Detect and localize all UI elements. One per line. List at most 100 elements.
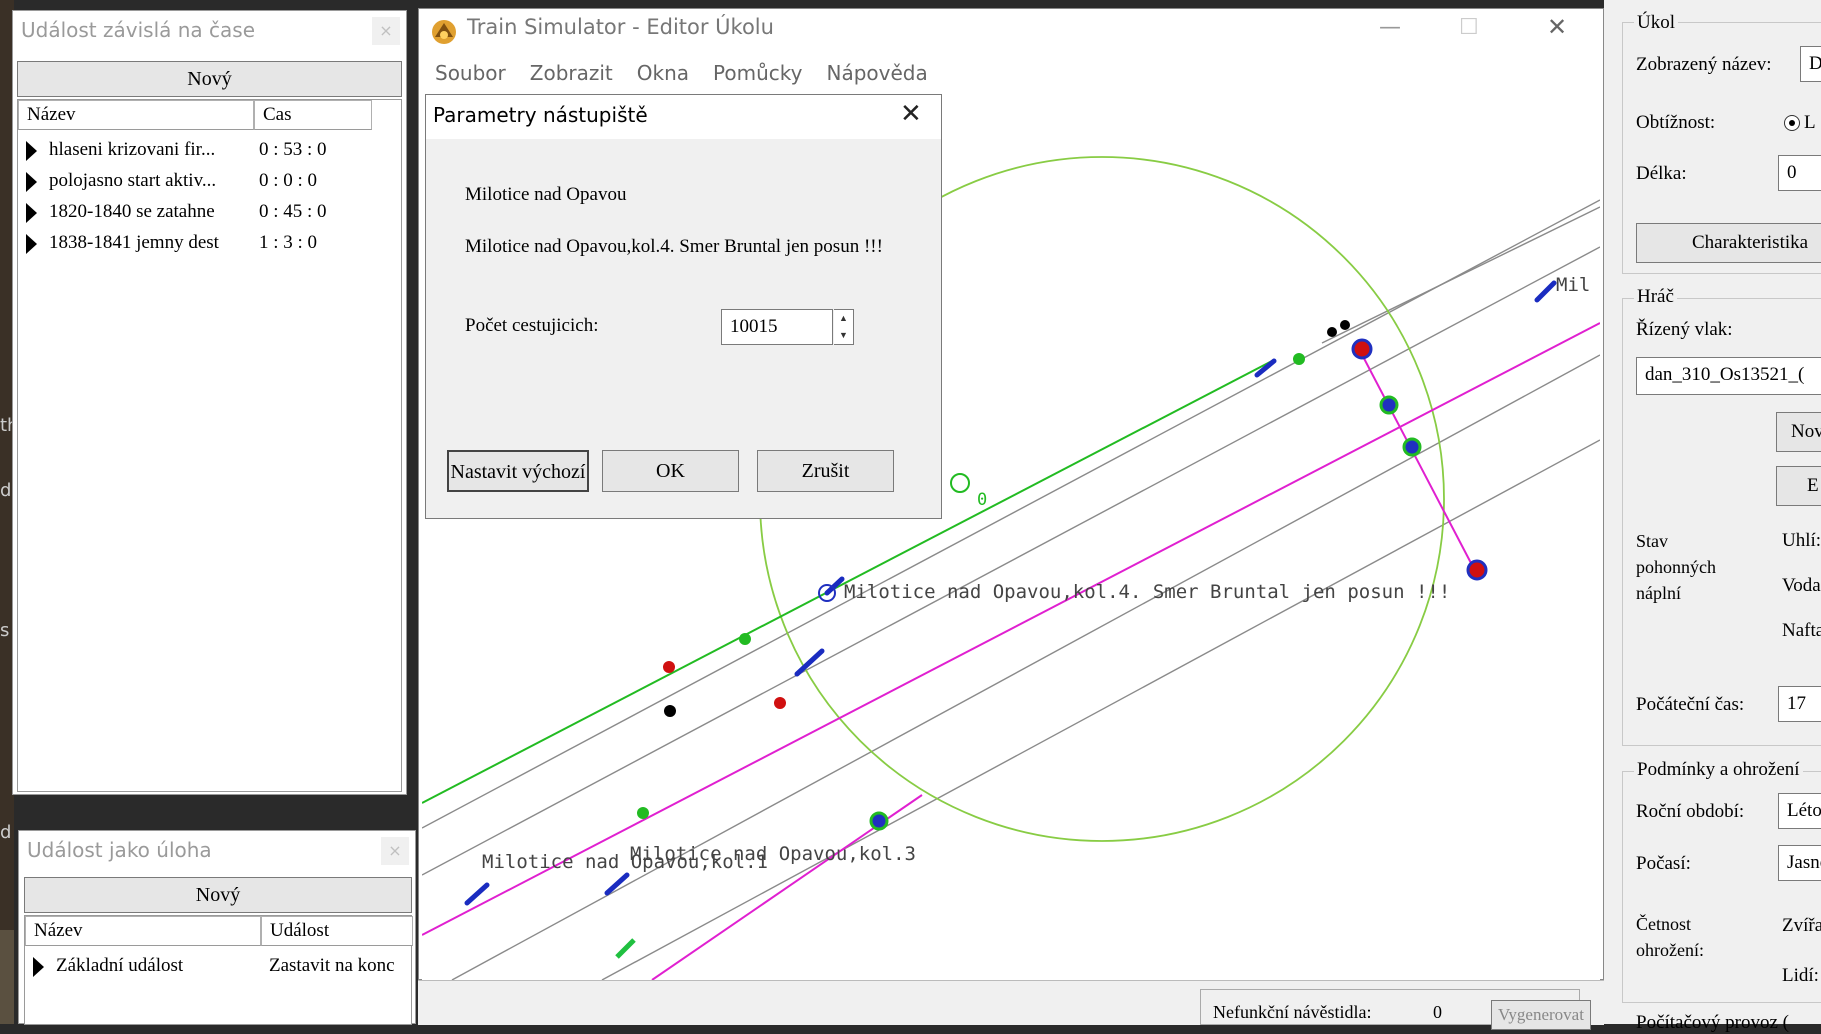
editor-title: Train Simulator - Editor Úkolu xyxy=(467,15,774,39)
season-select[interactable]: Léto xyxy=(1778,793,1821,829)
event-zero-marker[interactable] xyxy=(950,473,970,493)
display-name-label: Zobrazený název: xyxy=(1636,54,1772,75)
menu-okna[interactable]: Okna xyxy=(637,61,689,85)
node-marker[interactable] xyxy=(1340,320,1350,330)
time-event-title: Událost závislá na čase xyxy=(13,11,406,49)
list-item[interactable]: hlaseni krizovani fir... 0 : 53 : 0 xyxy=(26,134,396,165)
passengers-label: Počet cestujicich: xyxy=(465,315,599,336)
time-event-list[interactable]: Název Cas hlaseni krizovani fir... 0 : 53… xyxy=(17,99,402,792)
task-event-title: Událost jako úloha xyxy=(19,831,415,869)
node-marker[interactable] xyxy=(1327,327,1337,337)
list-item[interactable]: 1838-1841 jemny dest 1 : 3 : 0 xyxy=(26,227,396,258)
menu-napoveda[interactable]: Nápověda xyxy=(827,61,928,85)
generate-button[interactable]: Vygenerovat xyxy=(1491,1000,1591,1030)
minimize-button[interactable]: — xyxy=(1379,15,1401,40)
signal-marker[interactable] xyxy=(774,697,786,709)
length-label: Délka: xyxy=(1636,163,1687,184)
signal-marker[interactable] xyxy=(637,807,649,819)
expand-arrow-icon[interactable] xyxy=(33,956,44,977)
menu-zobrazit[interactable]: Zobrazit xyxy=(530,61,613,85)
stepper-down-icon[interactable]: ▼ xyxy=(834,327,853,344)
characteristics-button[interactable]: Charakteristika xyxy=(1636,223,1821,263)
platform-marker[interactable] xyxy=(1534,280,1557,303)
platform-4-label: Milotice nad Opavou,kol.4. Smer Bruntal … xyxy=(844,581,1450,603)
column-header-name[interactable]: Název xyxy=(18,100,254,130)
signal-marker[interactable] xyxy=(1379,395,1399,415)
column-header-time[interactable]: Cas xyxy=(254,100,372,130)
list-item[interactable]: Základní událost Zastavit na konc xyxy=(33,950,409,981)
signal-marker[interactable] xyxy=(739,633,751,645)
player-group-title: Hráč xyxy=(1634,286,1677,308)
menu-soubor[interactable]: Soubor xyxy=(435,61,506,85)
signal-marker[interactable] xyxy=(1466,559,1488,581)
task-event-list[interactable]: Název Událost Základní událost Zastavit n… xyxy=(24,915,413,1025)
time-event-window: Událost závislá na čase × Nový Název Cas… xyxy=(12,10,407,795)
task-properties-panel: Úkol Zobrazený název: D Obtížnost: L Dél… xyxy=(1604,0,1821,1033)
list-item[interactable]: 1820-1840 se zatahne 0 : 45 : 0 xyxy=(26,196,396,227)
signal-marker[interactable] xyxy=(663,661,675,673)
background-thumbnail xyxy=(0,930,14,1024)
signal-marker[interactable] xyxy=(1402,437,1422,457)
display-name-input[interactable]: D xyxy=(1800,46,1821,82)
close-button[interactable]: ✕ xyxy=(1547,13,1567,41)
passengers-input[interactable]: 10015 xyxy=(721,309,833,345)
cancel-button[interactable]: Zrušit xyxy=(757,450,894,492)
node-marker[interactable] xyxy=(664,705,676,717)
signal-marker[interactable] xyxy=(1293,353,1305,365)
season-label: Roční období: xyxy=(1636,801,1745,822)
task-event-new-button[interactable]: Nový xyxy=(24,877,412,913)
start-time-input[interactable]: 17 xyxy=(1778,686,1821,722)
length-input[interactable]: 0 xyxy=(1778,155,1821,191)
weather-label: Počasí: xyxy=(1636,853,1691,874)
platform-marker[interactable] xyxy=(464,882,490,906)
water-label: Voda: xyxy=(1782,575,1821,596)
task-event-close-button[interactable]: × xyxy=(381,837,409,865)
people-label: Lidí: xyxy=(1782,965,1819,986)
threat-frequency-label: Četnost ohrožení: xyxy=(1636,914,1704,960)
expand-arrow-icon[interactable] xyxy=(26,171,37,192)
diesel-label: Nafta xyxy=(1782,620,1821,641)
track-line xyxy=(601,439,1600,980)
platform-marker[interactable] xyxy=(615,938,636,959)
ok-button[interactable]: OK xyxy=(602,450,739,492)
time-event-close-button[interactable]: × xyxy=(372,17,400,45)
menu-bar: Soubor Zobrazit Okna Pomůcky Nápověda xyxy=(435,61,952,85)
new-train-button[interactable]: Nov xyxy=(1776,412,1821,452)
column-header-name[interactable]: Název xyxy=(25,916,261,946)
background-text: d xyxy=(0,480,12,501)
station-name: Milotice nad Opavou xyxy=(465,184,627,205)
stepper-up-icon[interactable]: ▲ xyxy=(834,310,853,327)
driven-train-label: Řízený vlak: xyxy=(1636,319,1733,340)
weather-select[interactable]: Jasnc xyxy=(1778,845,1821,881)
start-time-label: Počáteční čas: xyxy=(1636,694,1745,715)
column-header-event[interactable]: Událost xyxy=(261,916,413,946)
edit-train-button[interactable]: E xyxy=(1776,466,1821,506)
expand-arrow-icon[interactable] xyxy=(26,202,37,223)
nonfunctional-signals-value: 0 xyxy=(1433,1002,1442,1022)
signals-group: Nefunkční návěstidla: 0 Vygenerovat xyxy=(1200,989,1591,1030)
expand-arrow-icon[interactable] xyxy=(26,233,37,254)
driven-train-input[interactable]: dan_310_Os13521_( xyxy=(1636,357,1821,395)
dialog-close-button[interactable]: ✕ xyxy=(900,99,922,129)
task-group-title: Úkol xyxy=(1634,12,1678,34)
list-item[interactable]: polojasno start aktiv... 0 : 0 : 0 xyxy=(26,165,396,196)
passengers-stepper[interactable]: ▲ ▼ xyxy=(834,309,854,345)
app-logo-icon xyxy=(429,17,459,47)
background-text: d xyxy=(0,822,12,843)
conditions-group-title: Podmínky a ohrožení xyxy=(1634,759,1803,781)
time-event-new-button[interactable]: Nový xyxy=(17,61,402,97)
bottom-panel: Nefunkční návěstidla: 0 Vygenerovat xyxy=(418,980,1604,1030)
difficulty-option-label: L xyxy=(1804,112,1816,133)
expand-arrow-icon[interactable] xyxy=(26,140,37,161)
signal-marker[interactable] xyxy=(1351,338,1373,360)
signal-marker[interactable] xyxy=(869,811,889,831)
difficulty-radio[interactable] xyxy=(1784,115,1800,131)
set-default-button[interactable]: Nastavit výchozí xyxy=(447,450,589,492)
difficulty-label: Obtížnost: xyxy=(1636,112,1716,133)
menu-pomucky[interactable]: Pomůcky xyxy=(713,61,802,85)
zero-label: 0 xyxy=(977,490,987,510)
nonfunctional-signals-label: Nefunkční návěstidla: xyxy=(1213,1002,1372,1022)
coal-label: Uhlí: xyxy=(1782,530,1821,551)
maximize-button[interactable]: ☐ xyxy=(1459,15,1479,40)
platform-description: Milotice nad Opavou,kol.4. Smer Bruntal … xyxy=(465,236,883,257)
